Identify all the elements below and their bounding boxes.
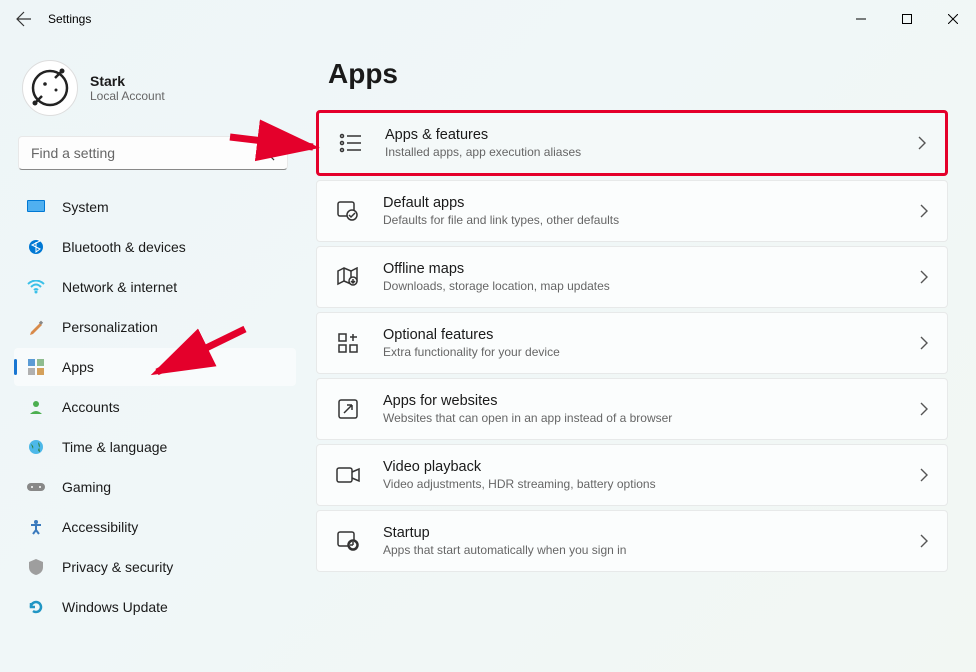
card-title: Default apps bbox=[383, 195, 919, 211]
chevron-right-icon bbox=[919, 270, 929, 284]
maps-icon bbox=[335, 264, 361, 290]
card-default-apps[interactable]: Default apps Defaults for file and link … bbox=[316, 180, 948, 242]
titlebar: Settings bbox=[0, 0, 976, 38]
sidebar: Stark Local Account System Bluetooth & d… bbox=[0, 38, 300, 672]
apps-features-icon bbox=[337, 130, 363, 156]
avatar bbox=[22, 60, 78, 116]
nav-label: System bbox=[62, 199, 109, 215]
card-offline-maps[interactable]: Offline maps Downloads, storage location… bbox=[316, 246, 948, 308]
avatar-icon bbox=[28, 66, 72, 110]
chevron-right-icon bbox=[919, 468, 929, 482]
window-title: Settings bbox=[48, 12, 91, 26]
arrow-left-icon bbox=[16, 11, 32, 27]
search-icon bbox=[260, 146, 275, 161]
card-title: Apps for websites bbox=[383, 393, 919, 409]
sidebar-item-gaming[interactable]: Gaming bbox=[14, 468, 296, 506]
maximize-button[interactable] bbox=[884, 3, 930, 35]
nav-label: Network & internet bbox=[62, 279, 177, 295]
sidebar-item-time[interactable]: Time & language bbox=[14, 428, 296, 466]
sidebar-item-personalization[interactable]: Personalization bbox=[14, 308, 296, 346]
nav-list: System Bluetooth & devices Network & int… bbox=[14, 188, 296, 626]
video-icon bbox=[335, 462, 361, 488]
sidebar-item-apps[interactable]: Apps bbox=[14, 348, 296, 386]
accounts-icon bbox=[26, 397, 46, 417]
nav-label: Privacy & security bbox=[62, 559, 173, 575]
card-subtitle: Apps that start automatically when you s… bbox=[383, 543, 919, 557]
card-video-playback[interactable]: Video playback Video adjustments, HDR st… bbox=[316, 444, 948, 506]
nav-label: Bluetooth & devices bbox=[62, 239, 186, 255]
nav-label: Personalization bbox=[62, 319, 158, 335]
search-input[interactable] bbox=[31, 145, 260, 161]
card-title: Video playback bbox=[383, 459, 919, 475]
chevron-right-icon bbox=[919, 534, 929, 548]
profile-name: Stark bbox=[90, 73, 165, 89]
card-subtitle: Downloads, storage location, map updates bbox=[383, 279, 919, 293]
card-subtitle: Defaults for file and link types, other … bbox=[383, 213, 919, 227]
card-subtitle: Installed apps, app execution aliases bbox=[385, 145, 917, 159]
chevron-right-icon bbox=[917, 136, 927, 150]
card-title: Startup bbox=[383, 525, 919, 541]
close-button[interactable] bbox=[930, 3, 976, 35]
gaming-icon bbox=[26, 477, 46, 497]
search-box[interactable] bbox=[18, 136, 288, 170]
startup-icon bbox=[335, 528, 361, 554]
chevron-right-icon bbox=[919, 204, 929, 218]
sidebar-item-update[interactable]: Windows Update bbox=[14, 588, 296, 626]
nav-label: Apps bbox=[62, 359, 94, 375]
bluetooth-icon bbox=[26, 237, 46, 257]
profile-subtitle: Local Account bbox=[90, 89, 165, 103]
card-title: Optional features bbox=[383, 327, 919, 343]
close-icon bbox=[948, 14, 958, 24]
paint-icon bbox=[26, 317, 46, 337]
nav-label: Time & language bbox=[62, 439, 167, 455]
card-subtitle: Websites that can open in an app instead… bbox=[383, 411, 919, 425]
sidebar-item-bluetooth[interactable]: Bluetooth & devices bbox=[14, 228, 296, 266]
apps-icon bbox=[26, 357, 46, 377]
card-apps-websites[interactable]: Apps for websites Websites that can open… bbox=[316, 378, 948, 440]
profile-section[interactable]: Stark Local Account bbox=[14, 48, 296, 136]
card-title: Apps & features bbox=[385, 127, 917, 143]
sidebar-item-accessibility[interactable]: Accessibility bbox=[14, 508, 296, 546]
nav-label: Windows Update bbox=[62, 599, 168, 615]
page-title: Apps bbox=[328, 58, 948, 90]
minimize-icon bbox=[856, 14, 866, 24]
nav-label: Gaming bbox=[62, 479, 111, 495]
websites-icon bbox=[335, 396, 361, 422]
maximize-icon bbox=[902, 14, 912, 24]
default-apps-icon bbox=[335, 198, 361, 224]
sidebar-item-system[interactable]: System bbox=[14, 188, 296, 226]
content-area: Apps Apps & features Installed apps, app… bbox=[300, 38, 976, 672]
card-title: Offline maps bbox=[383, 261, 919, 277]
nav-label: Accounts bbox=[62, 399, 120, 415]
shield-icon bbox=[26, 557, 46, 577]
accessibility-icon bbox=[26, 517, 46, 537]
chevron-right-icon bbox=[919, 402, 929, 416]
wifi-icon bbox=[26, 277, 46, 297]
card-subtitle: Video adjustments, HDR streaming, batter… bbox=[383, 477, 919, 491]
card-optional-features[interactable]: Optional features Extra functionality fo… bbox=[316, 312, 948, 374]
sidebar-item-network[interactable]: Network & internet bbox=[14, 268, 296, 306]
system-icon bbox=[26, 197, 46, 217]
globe-icon bbox=[26, 437, 46, 457]
sidebar-item-privacy[interactable]: Privacy & security bbox=[14, 548, 296, 586]
update-icon bbox=[26, 597, 46, 617]
nav-label: Accessibility bbox=[62, 519, 138, 535]
minimize-button[interactable] bbox=[838, 3, 884, 35]
card-startup[interactable]: Startup Apps that start automatically wh… bbox=[316, 510, 948, 572]
optional-features-icon bbox=[335, 330, 361, 356]
back-button[interactable] bbox=[8, 3, 40, 35]
chevron-right-icon bbox=[919, 336, 929, 350]
sidebar-item-accounts[interactable]: Accounts bbox=[14, 388, 296, 426]
card-apps-features[interactable]: Apps & features Installed apps, app exec… bbox=[316, 110, 948, 176]
card-subtitle: Extra functionality for your device bbox=[383, 345, 919, 359]
window-controls bbox=[838, 3, 976, 35]
